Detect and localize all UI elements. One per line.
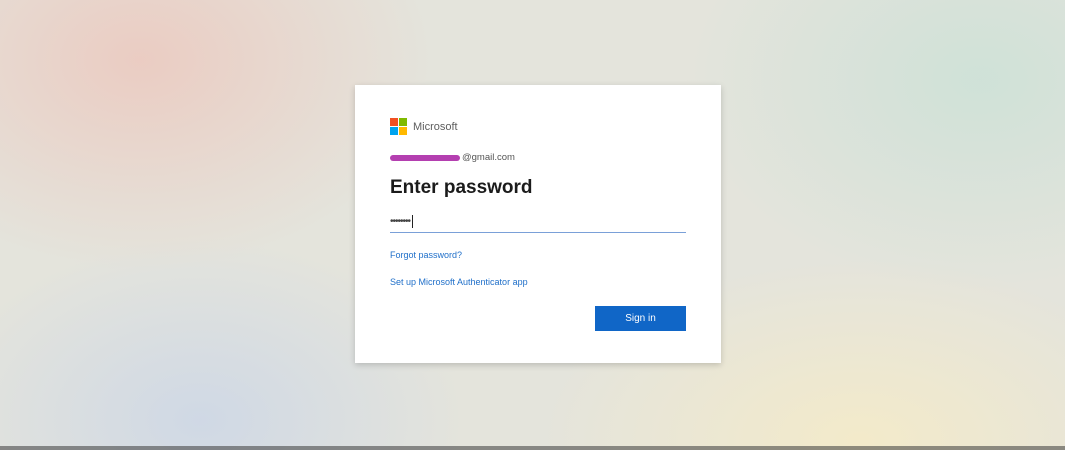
account-identifier: @gmail.com — [390, 152, 515, 163]
account-email-suffix: @gmail.com — [462, 152, 515, 163]
password-value: •••••••• — [390, 215, 411, 227]
sign-in-button[interactable]: Sign in — [595, 306, 686, 331]
bottom-edge — [0, 446, 1065, 450]
logo-tile-red — [390, 118, 398, 126]
logo-tile-green — [399, 118, 407, 126]
text-caret — [412, 214, 414, 228]
logo-tile-blue — [390, 127, 398, 135]
setup-authenticator-link[interactable]: Set up Microsoft Authenticator app — [390, 277, 528, 287]
brand: Microsoft — [390, 118, 458, 135]
email-redaction-mark — [390, 154, 460, 161]
password-input[interactable]: •••••••• — [390, 210, 686, 233]
logo-tile-yellow — [399, 127, 407, 135]
page-title: Enter password — [390, 177, 533, 198]
brand-name: Microsoft — [413, 120, 458, 133]
microsoft-logo-icon — [390, 118, 407, 135]
sign-in-card: Microsoft @gmail.com Enter password ••••… — [355, 85, 721, 363]
forgot-password-link[interactable]: Forgot password? — [390, 250, 462, 260]
